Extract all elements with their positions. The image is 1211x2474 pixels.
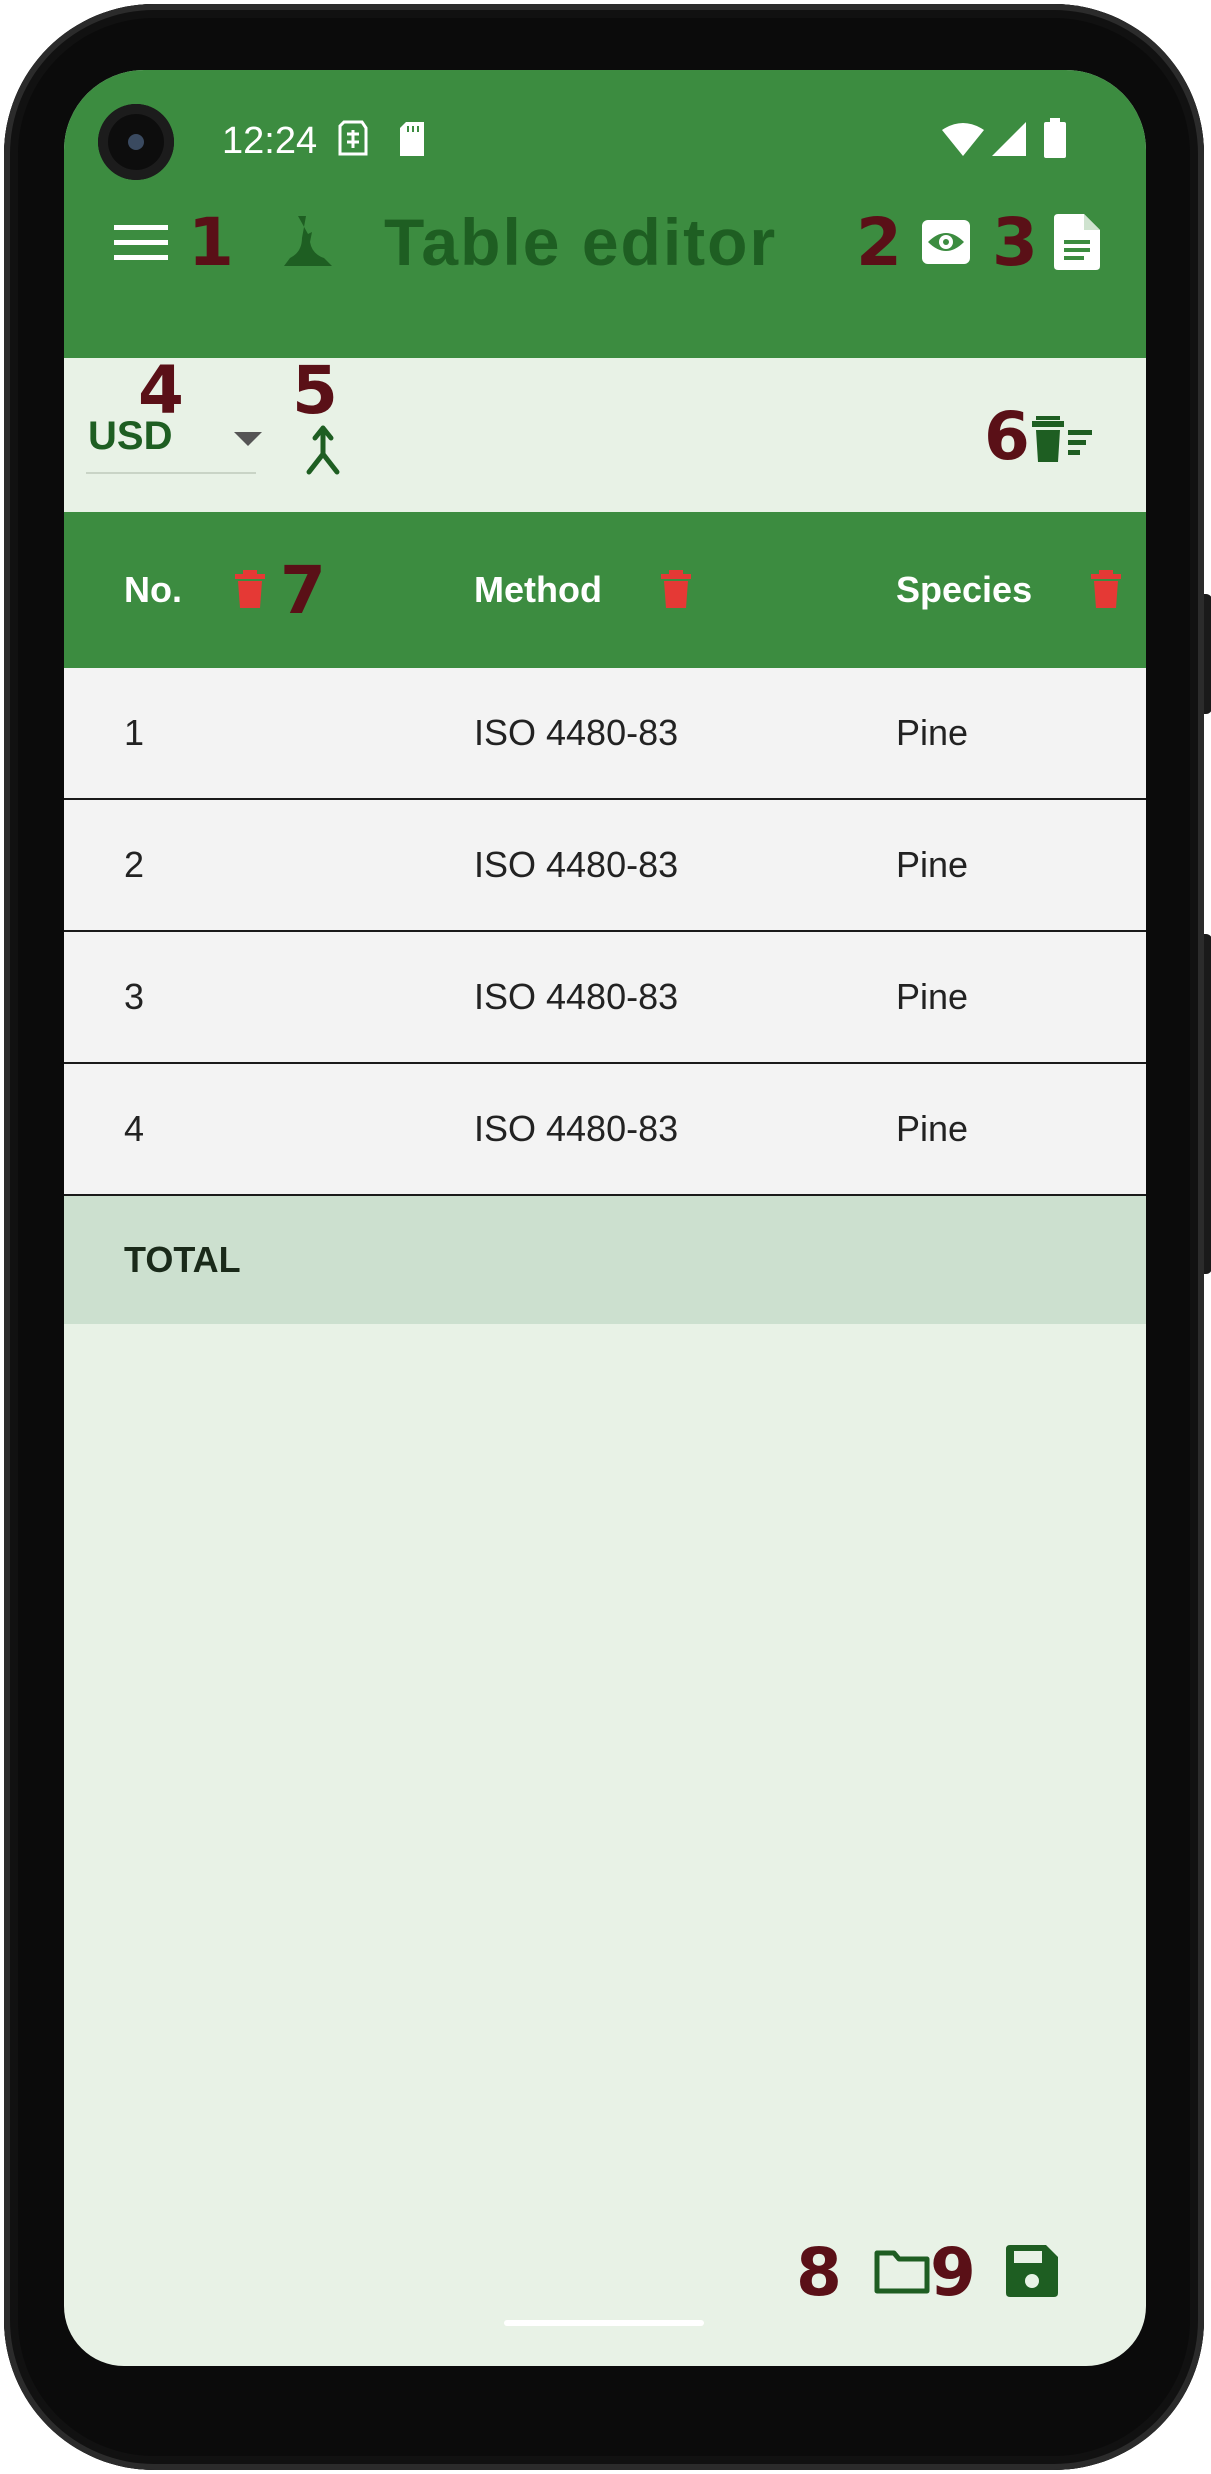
trash-icon <box>235 570 265 608</box>
cell-method[interactable]: ISO 4480-83 <box>474 712 678 754</box>
save-button[interactable] <box>1004 2242 1060 2300</box>
cell-no[interactable]: 2 <box>124 844 144 886</box>
folder-icon <box>874 2250 930 2294</box>
sd-card-icon <box>398 120 428 163</box>
delete-column-species-button[interactable] <box>1088 568 1124 610</box>
column-header-no[interactable]: No. <box>124 569 182 611</box>
trash-icon <box>661 570 691 608</box>
power-button <box>1204 594 1211 714</box>
annotation-5: 5 <box>292 352 338 429</box>
battery-icon <box>1044 118 1066 163</box>
status-time: 12:24 <box>222 120 318 162</box>
cell-method[interactable]: ISO 4480-83 <box>474 1108 678 1150</box>
cell-species[interactable]: Pine <box>896 844 968 886</box>
cell-method[interactable]: ISO 4480-83 <box>474 976 678 1018</box>
preview-button[interactable] <box>916 212 976 272</box>
cell-species[interactable]: Pine <box>896 1108 968 1150</box>
column-header-species[interactable]: Species <box>896 569 1032 611</box>
clear-table-button[interactable] <box>1028 410 1098 470</box>
hamburger-menu-icon <box>114 225 168 260</box>
chevron-down-icon <box>234 432 262 446</box>
annotation-1: 1 <box>188 204 234 281</box>
delete-sweep-icon <box>1032 416 1092 462</box>
annotation-3: 3 <box>992 204 1038 281</box>
delete-column-no-button[interactable] <box>232 568 268 610</box>
home-indicator[interactable] <box>504 2320 704 2326</box>
cell-method[interactable]: ISO 4480-83 <box>474 844 678 886</box>
table-row[interactable]: 4 ISO 4480-83 Pine <box>64 1064 1146 1196</box>
app-bar: 12:24 1 Table editor 2 3 <box>64 70 1146 358</box>
annotation-8: 8 <box>796 2234 842 2311</box>
page-title: Table editor <box>384 205 778 279</box>
eye-icon <box>922 220 970 264</box>
table-row[interactable]: 2 ISO 4480-83 Pine <box>64 800 1146 932</box>
merge-button[interactable] <box>298 420 348 480</box>
document-icon <box>1054 214 1100 270</box>
document-button[interactable] <box>1050 210 1104 274</box>
cell-species[interactable]: Pine <box>896 976 968 1018</box>
cell-no[interactable]: 1 <box>124 712 144 754</box>
delete-column-method-button[interactable] <box>658 568 694 610</box>
menu-button[interactable] <box>106 208 176 278</box>
trash-icon <box>1091 570 1121 608</box>
tree-stump-icon <box>278 210 338 274</box>
sim-icon <box>338 120 368 163</box>
currency-value: USD <box>88 413 173 458</box>
annotation-2: 2 <box>856 204 902 281</box>
table-header: No. 7 Method Species <box>64 512 1146 668</box>
table-row[interactable]: 1 ISO 4480-83 Pine <box>64 668 1146 800</box>
save-icon <box>1006 2245 1058 2297</box>
signal-icon <box>992 122 1026 161</box>
table-toolbar: 4 USD 5 6 <box>64 358 1146 512</box>
cell-no[interactable]: 4 <box>124 1108 144 1150</box>
volume-button <box>1204 934 1211 1274</box>
phone-frame: 12:24 1 Table editor 2 3 4 USD 5 6 No. 7… <box>4 4 1211 2470</box>
front-camera <box>98 104 174 180</box>
table-row[interactable]: 3 ISO 4480-83 Pine <box>64 932 1146 1064</box>
total-label: TOTAL <box>124 1239 241 1280</box>
column-header-method[interactable]: Method <box>474 569 602 611</box>
cell-species[interactable]: Pine <box>896 712 968 754</box>
merge-icon <box>306 425 340 475</box>
annotation-7: 7 <box>280 552 326 629</box>
cell-no[interactable]: 3 <box>124 976 144 1018</box>
wifi-icon <box>942 122 984 161</box>
annotation-6: 6 <box>984 398 1030 475</box>
open-file-button[interactable] <box>872 2244 932 2300</box>
currency-dropdown[interactable]: USD <box>86 400 262 474</box>
app-screen: 12:24 1 Table editor 2 3 4 USD 5 6 No. 7… <box>64 70 1146 2366</box>
table-total-row: TOTAL <box>64 1196 1146 1324</box>
annotation-9: 9 <box>930 2234 976 2311</box>
